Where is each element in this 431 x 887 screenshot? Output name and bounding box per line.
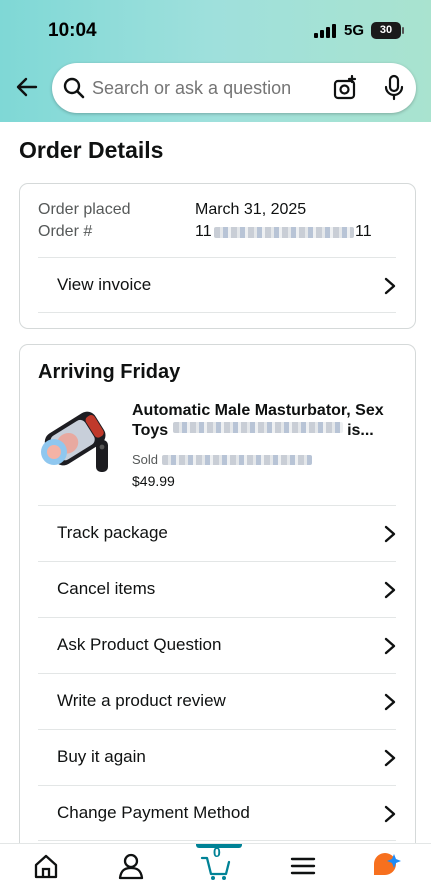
sold-by-label: Sold	[132, 452, 159, 467]
redacted-seller	[161, 455, 312, 465]
ask-product-question-row[interactable]: Ask Product Question	[38, 617, 396, 673]
chevron-right-icon	[384, 525, 396, 543]
order-number-prefix: 11	[195, 223, 212, 240]
chevron-right-icon	[384, 637, 396, 655]
network-type: 5G	[344, 22, 365, 39]
battery-level: 30	[379, 24, 393, 36]
chevron-right-icon	[384, 693, 396, 711]
cart-count-badge: 0	[213, 844, 221, 860]
product-title-line2[interactable]: Toys is...	[132, 422, 374, 440]
chevron-right-icon	[384, 581, 396, 599]
cancel-items-row[interactable]: Cancel items	[38, 561, 396, 617]
microphone-icon[interactable]	[382, 74, 406, 102]
sold-by-text: Sold	[132, 452, 312, 467]
camera-lens-icon[interactable]	[332, 75, 358, 101]
view-invoice-row[interactable]: View invoice	[38, 257, 396, 313]
order-placed-date: March 31, 2025	[195, 201, 307, 218]
bottom-navigation: 0	[0, 843, 431, 887]
action-label: Change Payment Method	[57, 803, 250, 822]
product-title-line1[interactable]: Automatic Male Masturbator, Sex	[132, 400, 404, 422]
search-input[interactable]	[92, 78, 322, 99]
search-bar[interactable]	[52, 63, 416, 113]
page-title: Order Details	[19, 137, 164, 163]
status-bar: 10:04 5G 30	[0, 0, 431, 62]
back-arrow-icon[interactable]	[14, 74, 40, 100]
order-summary-card: Order placed March 31, 2025 Order # 11 1…	[19, 183, 416, 329]
battery-icon: 30	[371, 22, 404, 39]
product-price: $49.99	[132, 473, 175, 489]
view-invoice-label: View invoice	[57, 275, 152, 294]
account-icon[interactable]	[115, 850, 147, 882]
status-time: 10:04	[48, 20, 97, 41]
order-number-suffix: 11	[355, 223, 372, 240]
search-icon	[63, 77, 85, 99]
action-label: Cancel items	[57, 579, 156, 598]
chevron-right-icon	[384, 805, 396, 823]
menu-icon[interactable]	[287, 850, 319, 882]
buy-again-row[interactable]: Buy it again	[38, 729, 396, 785]
app-header: 10:04 5G 30	[0, 0, 431, 122]
action-label: Ask Product Question	[57, 635, 222, 654]
redacted-product-title	[172, 422, 343, 433]
order-number-label: Order #	[38, 223, 93, 240]
shipment-card: Arriving Friday Automatic Male Masturbat…	[19, 344, 416, 864]
action-label: Write a product review	[57, 691, 226, 710]
chevron-right-icon	[384, 277, 396, 295]
product-image[interactable]	[38, 400, 118, 476]
product-title-line2-start: Toys	[132, 422, 169, 439]
rufus-assistant-icon[interactable]	[370, 850, 402, 882]
action-label: Track package	[57, 523, 168, 542]
home-icon[interactable]	[30, 850, 62, 882]
track-package-row[interactable]: Track package	[38, 505, 396, 561]
redacted-order-number	[214, 227, 354, 238]
change-payment-row[interactable]: Change Payment Method	[38, 785, 396, 841]
cellular-signal-icon	[314, 24, 336, 38]
write-review-row[interactable]: Write a product review	[38, 673, 396, 729]
delivery-heading: Arriving Friday	[38, 361, 181, 383]
order-placed-label: Order placed	[38, 201, 131, 218]
chevron-right-icon	[384, 749, 396, 767]
action-label: Buy it again	[57, 747, 146, 766]
product-title-line2-end: is...	[347, 422, 374, 439]
